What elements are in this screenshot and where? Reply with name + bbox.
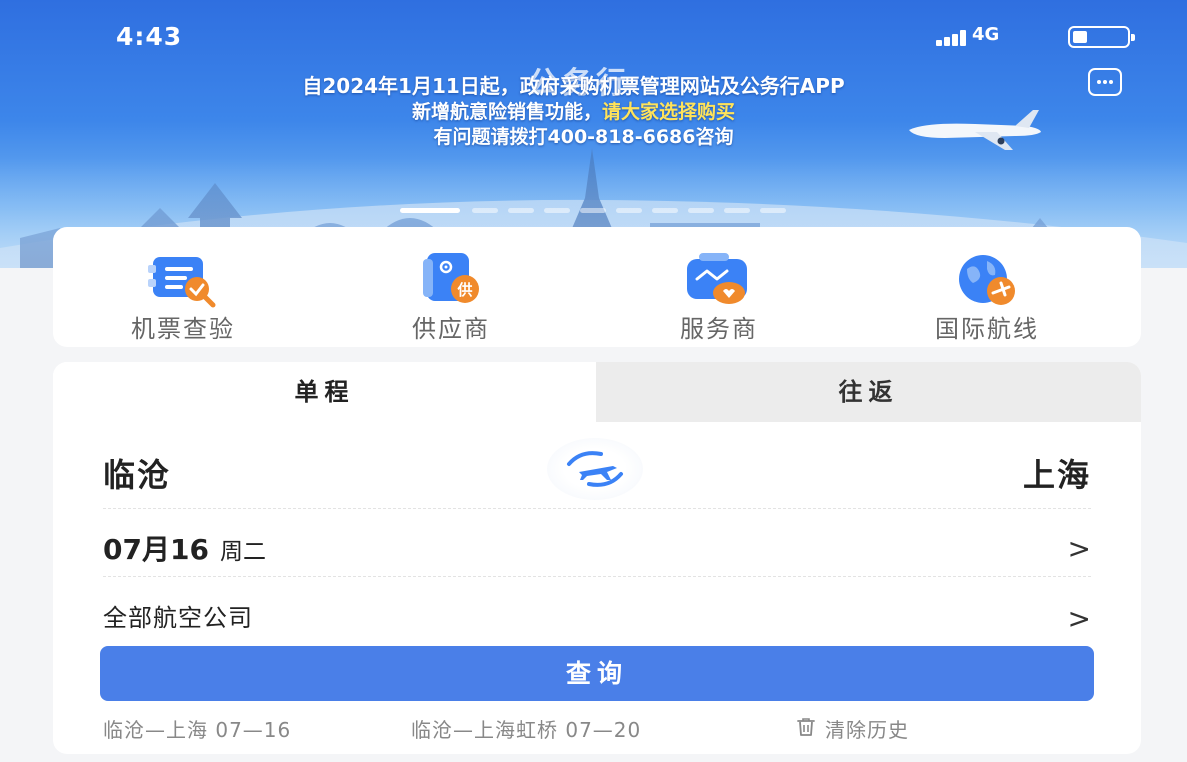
flight-search-card: 单程 往返 临沧 上海 07月16 周二 > 全部航空公司 > 查询 临沧—上海… [53, 362, 1141, 754]
banner-notice-line1: 自2024年1月11日起，政府采购机票管理网站及公务行APP [302, 74, 845, 98]
carousel-dot [508, 208, 534, 213]
swap-cities-button[interactable] [547, 438, 643, 500]
status-time: 4:43 [116, 22, 183, 51]
banner-notice-highlight: 请大家选择购买 [602, 101, 736, 123]
carousel-dot [544, 208, 570, 213]
shortcut-label: 机票查验 [131, 315, 235, 343]
message-icon[interactable] [1088, 68, 1122, 96]
network-type: 4G [972, 24, 1000, 45]
shortcut-ticket-check[interactable]: 机票查验 [83, 227, 283, 347]
ticket-check-icon [148, 257, 216, 308]
departure-weekday: 周二 [220, 539, 267, 565]
chevron-right-icon: > [1067, 602, 1091, 635]
tab-round-trip[interactable]: 往返 [596, 362, 1141, 422]
departure-city[interactable]: 临沧 [103, 450, 171, 496]
supplier-badge: 供 [456, 281, 472, 299]
tab-one-way[interactable]: 单程 [53, 362, 596, 422]
chevron-right-icon: > [1067, 532, 1091, 565]
history-item[interactable]: 临沧—上海 07—16 [103, 714, 291, 743]
shortcut-card: 机票查验 供 供应商 服务商 国际航线 [53, 227, 1141, 347]
carousel-dot [580, 208, 606, 213]
service-provider-icon [687, 253, 747, 304]
battery-icon [1068, 26, 1135, 48]
departure-date-row[interactable]: 07月16 周二 > [103, 528, 1091, 572]
shortcut-label: 服务商 [680, 315, 758, 343]
status-bar: 4:43 4G [0, 22, 1187, 52]
airline-filter-value: 全部航空公司 [103, 604, 253, 632]
divider [103, 508, 1091, 509]
shortcut-supplier[interactable]: 供 供应商 [351, 227, 551, 347]
history-item[interactable]: 临沧—上海虹桥 07—20 [411, 714, 641, 743]
swap-plane-icon [567, 451, 623, 487]
airline-filter-row[interactable]: 全部航空公司 > [103, 598, 1091, 638]
search-button[interactable]: 查询 [100, 646, 1094, 701]
arrival-city[interactable]: 上海 [1023, 450, 1091, 496]
divider [103, 576, 1091, 577]
carousel-dot [652, 208, 678, 213]
shortcut-service-provider[interactable]: 服务商 [619, 227, 819, 347]
banner-notice-line3: 有问题请拨打400-818-6686咨询 [433, 126, 734, 148]
carousel-dot [688, 208, 714, 213]
carousel-dot [760, 208, 786, 213]
clear-history-button[interactable]: 清除历史 [825, 714, 909, 743]
departure-date: 07月16 [103, 533, 209, 566]
shortcut-international-route[interactable]: 国际航线 [887, 227, 1087, 347]
banner-notice-line2: 新增航意险销售功能，请大家选择购买 [0, 97, 1167, 124]
trash-icon[interactable] [795, 716, 817, 738]
shortcut-label: 国际航线 [935, 315, 1039, 343]
supplier-icon: 供 [423, 253, 479, 303]
carousel-dot [724, 208, 750, 213]
carousel-dot-active [400, 208, 460, 213]
trip-type-tabs: 单程 往返 [53, 362, 1141, 422]
banner-notice-line2-a: 新增航意险销售功能， [411, 101, 602, 123]
international-route-icon [959, 255, 1015, 305]
carousel-dot [472, 208, 498, 213]
signal-icon [936, 30, 966, 46]
shortcut-label: 供应商 [412, 315, 490, 343]
carousel-dot [616, 208, 642, 213]
